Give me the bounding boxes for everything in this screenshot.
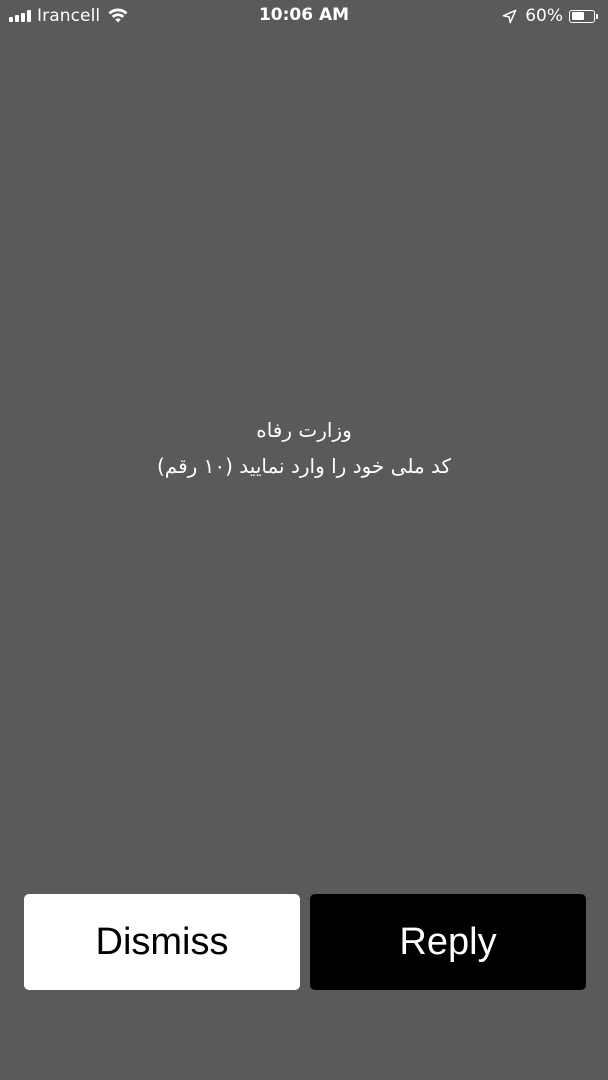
- reply-button[interactable]: Reply: [310, 894, 586, 990]
- battery-icon: [569, 9, 595, 23]
- status-bar: Irancell 10:06 AM 60%: [0, 0, 608, 32]
- battery-percentage: 60%: [525, 6, 563, 26]
- notification-screen: Irancell 10:06 AM 60% وزارت رفاه کد ملی …: [0, 0, 608, 1080]
- battery-cap: [596, 13, 598, 19]
- status-bar-right: 60%: [502, 5, 598, 27]
- message-title: وزارت رفاه: [256, 418, 352, 442]
- battery-level-fill: [571, 12, 584, 20]
- message-body: کد ملی خود را وارد نمایید (۱۰ رقم): [156, 454, 452, 478]
- location-arrow-icon: [502, 9, 517, 23]
- notification-message: وزارت رفاه کد ملی خود را وارد نمایید (۱۰…: [0, 412, 608, 484]
- dismiss-button[interactable]: Dismiss: [24, 894, 300, 990]
